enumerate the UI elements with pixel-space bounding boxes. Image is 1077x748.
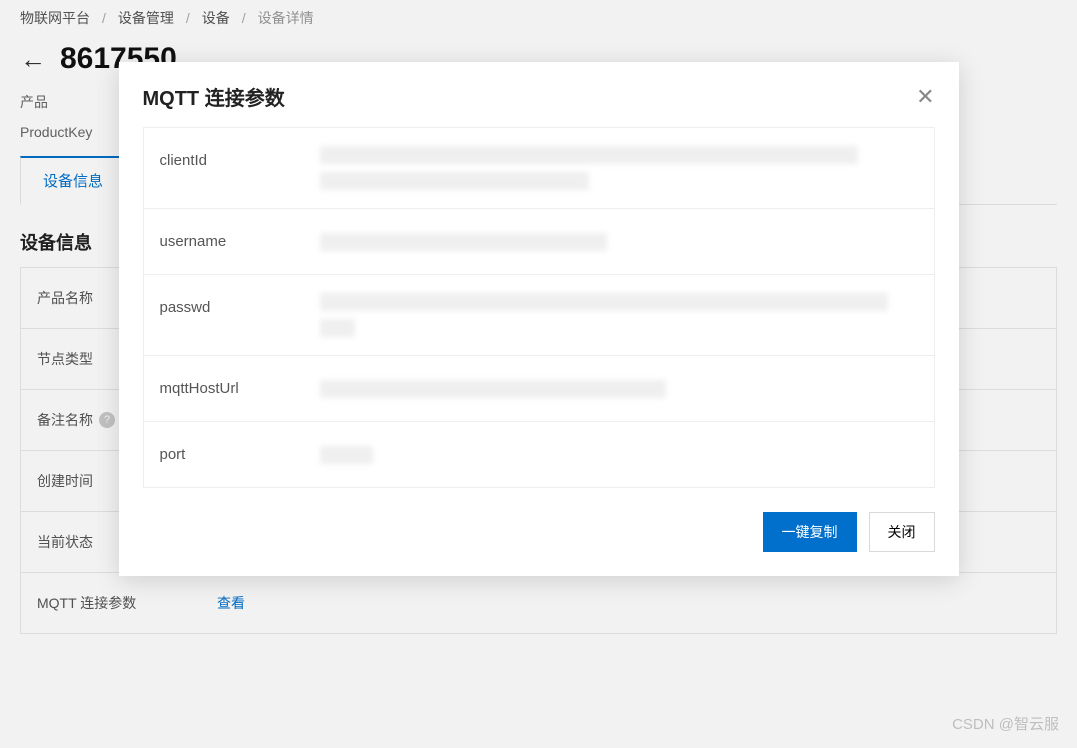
modal-title: MQTT 连接参数 [143,82,285,111]
close-icon[interactable]: ✕ [916,86,934,108]
param-row-username: username [144,209,934,275]
param-row-clientid: clientId [144,128,934,209]
modal-footer: 一键复制 关闭 [119,488,959,576]
param-row-mqtthosturl: mqttHostUrl [144,356,934,422]
param-label-mqtthosturl: mqttHostUrl [144,356,304,421]
mqtt-param-table: clientId username passwd [143,127,935,488]
param-label-port: port [144,422,304,487]
param-value-port [304,422,934,487]
mqtt-modal: MQTT 连接参数 ✕ clientId username [119,62,959,576]
param-value-username [304,209,934,274]
modal-overlay: MQTT 连接参数 ✕ clientId username [0,0,1077,748]
param-row-passwd: passwd [144,275,934,356]
close-button[interactable]: 关闭 [869,512,935,552]
param-label-passwd: passwd [144,275,304,355]
param-value-mqtthosturl [304,356,934,421]
param-value-clientid [304,128,934,208]
modal-header: MQTT 连接参数 ✕ [119,62,959,127]
param-row-port: port [144,422,934,488]
watermark: CSDN @智云服 [952,713,1059,734]
param-value-passwd [304,275,934,355]
param-label-username: username [144,209,304,274]
copy-button[interactable]: 一键复制 [763,512,857,552]
modal-body: clientId username passwd [119,127,959,488]
param-label-clientid: clientId [144,128,304,208]
